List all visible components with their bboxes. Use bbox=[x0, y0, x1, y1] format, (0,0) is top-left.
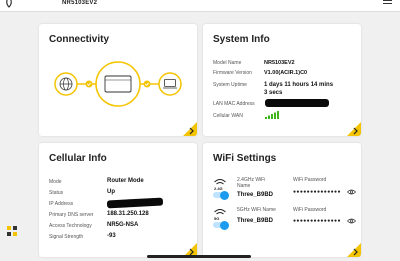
more-arrow-icon[interactable] bbox=[183, 122, 197, 136]
device-title: NR5103EV2 bbox=[62, 0, 98, 6]
wifi-network-row: 5G 5GHz WiFi Name Three_B9BD WiFi Passwo… bbox=[213, 207, 358, 233]
band-label: 5G bbox=[214, 216, 220, 221]
show-password-eye-icon[interactable] bbox=[347, 218, 356, 224]
router-icon bbox=[95, 61, 141, 107]
zyxel-logo-icon bbox=[6, 0, 12, 8]
system-uptime-value: 1 days 11 hours 14 mins 3 secs bbox=[264, 82, 334, 96]
card-title: WiFi Settings bbox=[213, 153, 277, 164]
lan-mac-label: LAN MAC Address bbox=[213, 101, 255, 107]
primary-dns-label: Primary DNS server bbox=[49, 212, 94, 218]
wifi-name-label: 2.4GHz WiFi Name bbox=[237, 177, 266, 189]
wifi-settings-card[interactable]: WiFi Settings 2.4G 2.4GHz WiFi Name Thre… bbox=[203, 143, 361, 257]
wifi-ssid: Three_B9BD bbox=[237, 218, 274, 224]
wifi-network-row: 2.4G 2.4GHz WiFi Name Three_B9BD WiFi Pa… bbox=[213, 177, 358, 203]
signal-strength-value: -93 bbox=[107, 233, 116, 239]
mode-value: Router Mode bbox=[107, 178, 144, 184]
firmware-version-value: V1.00(ACIR.1)C0 bbox=[264, 70, 308, 76]
wifi-password-label: WiFi Password bbox=[293, 177, 327, 183]
model-name-value: NR5103EV2 bbox=[264, 60, 295, 66]
cellular-wan-label: Cellular WAN bbox=[213, 113, 243, 119]
status-value: Up bbox=[107, 189, 115, 195]
mode-label: Mode bbox=[49, 179, 62, 185]
band-label: 2.4G bbox=[214, 186, 223, 191]
check-icon bbox=[143, 80, 151, 88]
laptop-icon bbox=[158, 72, 182, 96]
connectivity-card[interactable]: Connectivity bbox=[39, 24, 197, 136]
ip-address-label: IP Address bbox=[49, 201, 74, 207]
check-icon bbox=[85, 80, 93, 88]
cellular-info-card[interactable]: Cellular Info Mode Router Mode Status Up… bbox=[39, 143, 197, 257]
apps-grid-icon[interactable] bbox=[7, 226, 17, 236]
wifi-toggle[interactable] bbox=[213, 220, 229, 230]
access-technology-label: Access Technology bbox=[49, 223, 92, 229]
system-info-card[interactable]: System Info Model Name NR5103EV2 Firmwar… bbox=[203, 24, 361, 136]
show-password-eye-icon[interactable] bbox=[347, 189, 356, 195]
card-title: System Info bbox=[213, 34, 270, 45]
connectivity-diagram bbox=[54, 61, 182, 107]
hamburger-menu-icon[interactable] bbox=[383, 0, 392, 7]
firmware-version-label: Firmware Version bbox=[213, 70, 252, 76]
wifi-password-value: ●●●●●●●●●●●●●● bbox=[293, 189, 341, 195]
card-title: Connectivity bbox=[49, 34, 110, 45]
cellular-info-list: Mode Router Mode Status Up IP Address Pr… bbox=[49, 178, 194, 251]
home-indicator bbox=[147, 255, 251, 258]
top-bar: NR5103EV2 bbox=[0, 0, 400, 12]
system-uptime-label: System Uptime bbox=[213, 82, 247, 88]
more-arrow-icon[interactable] bbox=[347, 122, 361, 136]
signal-bars-icon bbox=[265, 111, 279, 119]
primary-dns-value: 188.31.250.128 bbox=[107, 211, 149, 217]
redacted-ip bbox=[106, 197, 164, 209]
redacted-mac bbox=[265, 99, 329, 107]
wifi-password-label: WiFi Password bbox=[293, 207, 327, 213]
card-title: Cellular Info bbox=[49, 153, 107, 164]
system-info-list: Model Name NR5103EV2 Firmware Version V1… bbox=[213, 60, 358, 130]
more-arrow-icon[interactable] bbox=[347, 243, 361, 257]
wifi-ssid: Three_B9BD bbox=[237, 192, 274, 198]
model-name-label: Model Name bbox=[213, 60, 242, 66]
access-technology-value: NR5G-NSA bbox=[107, 222, 139, 228]
wifi-name-label: 5GHz WiFi Name bbox=[237, 207, 276, 213]
wifi-toggle[interactable] bbox=[213, 190, 229, 200]
status-label: Status bbox=[49, 190, 64, 196]
internet-globe-icon bbox=[54, 72, 78, 96]
wifi-password-value: ●●●●●●●●●●●●●● bbox=[293, 218, 341, 224]
signal-strength-label: Signal Strength bbox=[49, 234, 84, 240]
